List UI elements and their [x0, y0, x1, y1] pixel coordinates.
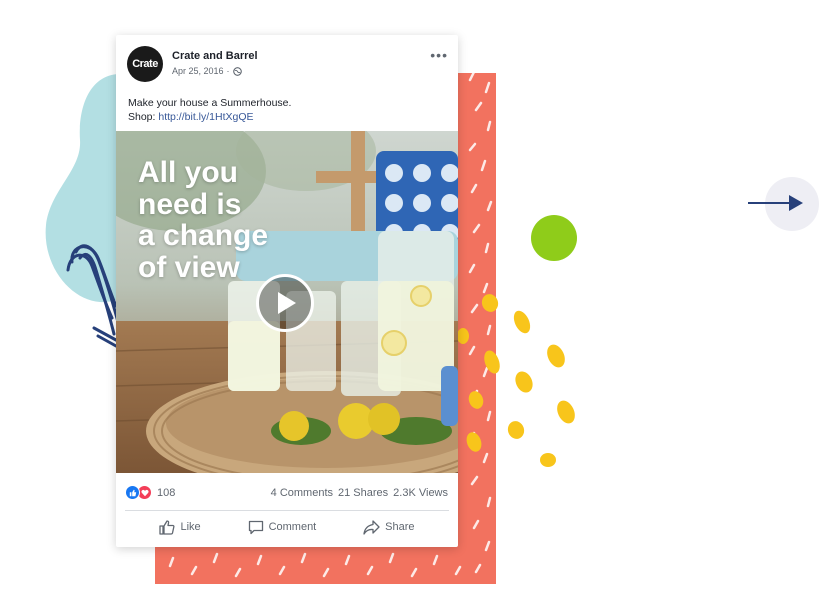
comments-count[interactable]: 4 Comments: [271, 487, 333, 499]
shares-count[interactable]: 21 Shares: [338, 487, 388, 499]
actions-divider: [125, 510, 449, 511]
avatar[interactable]: Crate: [127, 46, 163, 82]
page-name[interactable]: Crate and Barrel: [172, 50, 258, 62]
globe-icon: [232, 66, 242, 76]
more-options-icon[interactable]: •••: [430, 48, 448, 62]
play-icon: [278, 292, 296, 314]
views-count: 2.3K Views: [393, 487, 448, 499]
caption-line: Make your house a Summerhouse.: [128, 97, 292, 109]
post-header: Crate Crate and Barrel Apr 25, 2016 · ••…: [116, 35, 458, 93]
green-dot: [531, 215, 577, 261]
arrow-right-icon: [789, 195, 803, 211]
post-caption: Make your house a Summerhouse. Shop: htt…: [128, 96, 291, 124]
like-reaction-icon: [125, 485, 140, 500]
facebook-post-card: Crate Crate and Barrel Apr 25, 2016 · ••…: [116, 35, 458, 547]
post-date[interactable]: Apr 25, 2016: [172, 66, 224, 76]
caption-shop-line: Shop: http://bit.ly/1HtXgQE: [128, 110, 291, 124]
comment-label: Comment: [268, 521, 317, 533]
post-meta: Apr 25, 2016 ·: [172, 66, 242, 76]
video-overlay-text: All you need is a change of view: [138, 156, 269, 284]
engagement-stats: 108 4 Comments 21 Shares 2.3K Views: [116, 481, 458, 503]
comment-icon: [248, 520, 263, 534]
caption-shop-label: Shop:: [128, 111, 156, 123]
like-button[interactable]: Like: [159, 515, 201, 539]
caption-link[interactable]: http://bit.ly/1HtXgQE: [158, 111, 253, 123]
thumbs-up-icon: [159, 519, 176, 535]
play-button[interactable]: [256, 274, 314, 332]
share-button[interactable]: Share: [363, 515, 415, 539]
share-label: Share: [385, 521, 415, 533]
share-icon: [363, 519, 380, 535]
post-actions: Like Comment Share: [116, 515, 458, 539]
video-player[interactable]: All you need is a change of view: [116, 131, 458, 473]
reactions-count: 108: [157, 486, 176, 499]
engagement-counts: 4 Comments 21 Shares 2.3K Views: [271, 487, 448, 499]
meta-separator: ·: [226, 66, 230, 76]
comment-button[interactable]: Comment: [248, 515, 317, 539]
reactions-summary[interactable]: 108: [125, 485, 175, 500]
like-label: Like: [180, 521, 201, 533]
